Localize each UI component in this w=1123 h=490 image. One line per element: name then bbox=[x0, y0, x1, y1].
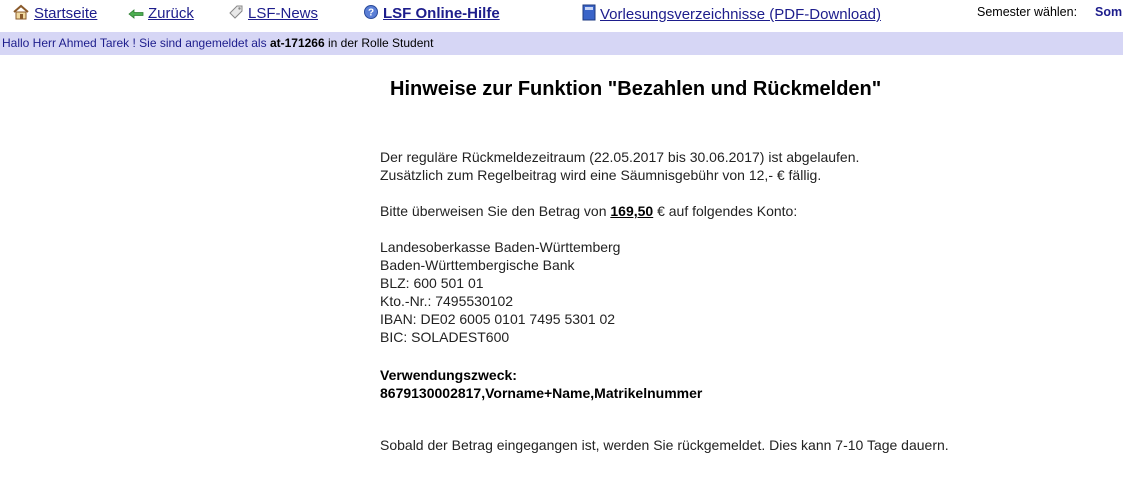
news-tag-icon bbox=[228, 4, 244, 26]
svg-text:?: ? bbox=[368, 8, 374, 19]
bank-iban: IBAN: DE02 6005 0101 7495 5301 02 bbox=[380, 311, 616, 327]
help-globe-icon: ? bbox=[363, 4, 379, 26]
role-text: in der Rolle Student bbox=[328, 36, 434, 50]
nav-zurueck-link[interactable]: Zurück bbox=[128, 4, 194, 26]
payment-prefix: Bitte überweisen Sie den Betrag von bbox=[380, 203, 607, 219]
back-arrow-icon bbox=[128, 6, 144, 26]
payment-info: Der reguläre Rückmeldezeitraum (22.05.20… bbox=[380, 148, 859, 402]
user-id: at-171266 bbox=[269, 36, 325, 50]
bank-name: Baden-Württembergische Bank bbox=[380, 257, 575, 273]
nav-vorlesungsverzeichnisse-link[interactable]: Vorlesungsverzeichnisse (PDF-Download) bbox=[582, 4, 881, 27]
nav-lsf-news-link[interactable]: LSF-News bbox=[228, 4, 318, 26]
nav-vorlesungsverzeichnisse-label: Vorlesungsverzeichnisse (PDF-Download) bbox=[600, 6, 881, 23]
payment-amount: 169,50 bbox=[610, 203, 654, 219]
purpose-label: Verwendungszweck: bbox=[380, 367, 517, 383]
semester-label: Semester wählen: bbox=[977, 5, 1078, 19]
nav-startseite-label: Startseite bbox=[34, 5, 98, 22]
deadline-text: Der reguläre Rückmeldezeitraum (22.05.20… bbox=[380, 149, 860, 165]
home-icon bbox=[12, 4, 30, 26]
page-title: Hinweise zur Funktion "Bezahlen und Rück… bbox=[390, 78, 882, 100]
payment-instruction: Bitte überweisen Sie den Betrag von 169,… bbox=[380, 202, 859, 220]
bank-blz: BLZ: 600 501 01 bbox=[380, 275, 484, 291]
nav-online-hilfe-link[interactable]: ? LSF Online-Hilfe bbox=[363, 4, 500, 26]
nav-online-hilfe-label: LSF Online-Hilfe bbox=[383, 5, 500, 22]
payment-suffix: € auf folgendes Konto: bbox=[657, 203, 798, 219]
nav-zurueck-label: Zurück bbox=[148, 5, 194, 22]
user-info-bar: Hallo Herr Ahmed Tarek ! Sie sind angeme… bbox=[0, 32, 1123, 55]
top-navigation: Startseite Zurück LSF-News ? LSF Online-… bbox=[0, 0, 1123, 28]
nav-lsf-news-label: LSF-News bbox=[248, 5, 319, 22]
bank-kto: Kto.-Nr.: 7495530102 bbox=[380, 293, 514, 309]
bank-bic: BIC: SOLADEST600 bbox=[380, 329, 510, 345]
late-fee-text: Zusätzlich zum Regelbeitrag wird eine Sä… bbox=[380, 167, 822, 183]
purpose-value: 8679130002817,Vorname+Name,Matrikelnumme… bbox=[380, 385, 703, 401]
semester-select[interactable]: Som bbox=[1095, 5, 1122, 19]
processing-note: Sobald der Betrag eingegangen ist, werde… bbox=[380, 437, 949, 453]
bank-recipient: Landesoberkasse Baden-Württemberg bbox=[380, 239, 621, 255]
book-icon bbox=[582, 4, 596, 27]
user-info-text: Hallo Herr Ahmed Tarek ! Sie sind angeme… bbox=[0, 32, 1123, 55]
nav-startseite-link[interactable]: Startseite bbox=[12, 4, 97, 26]
greeting-text: Hallo Herr Ahmed Tarek ! Sie sind angeme… bbox=[2, 36, 267, 50]
